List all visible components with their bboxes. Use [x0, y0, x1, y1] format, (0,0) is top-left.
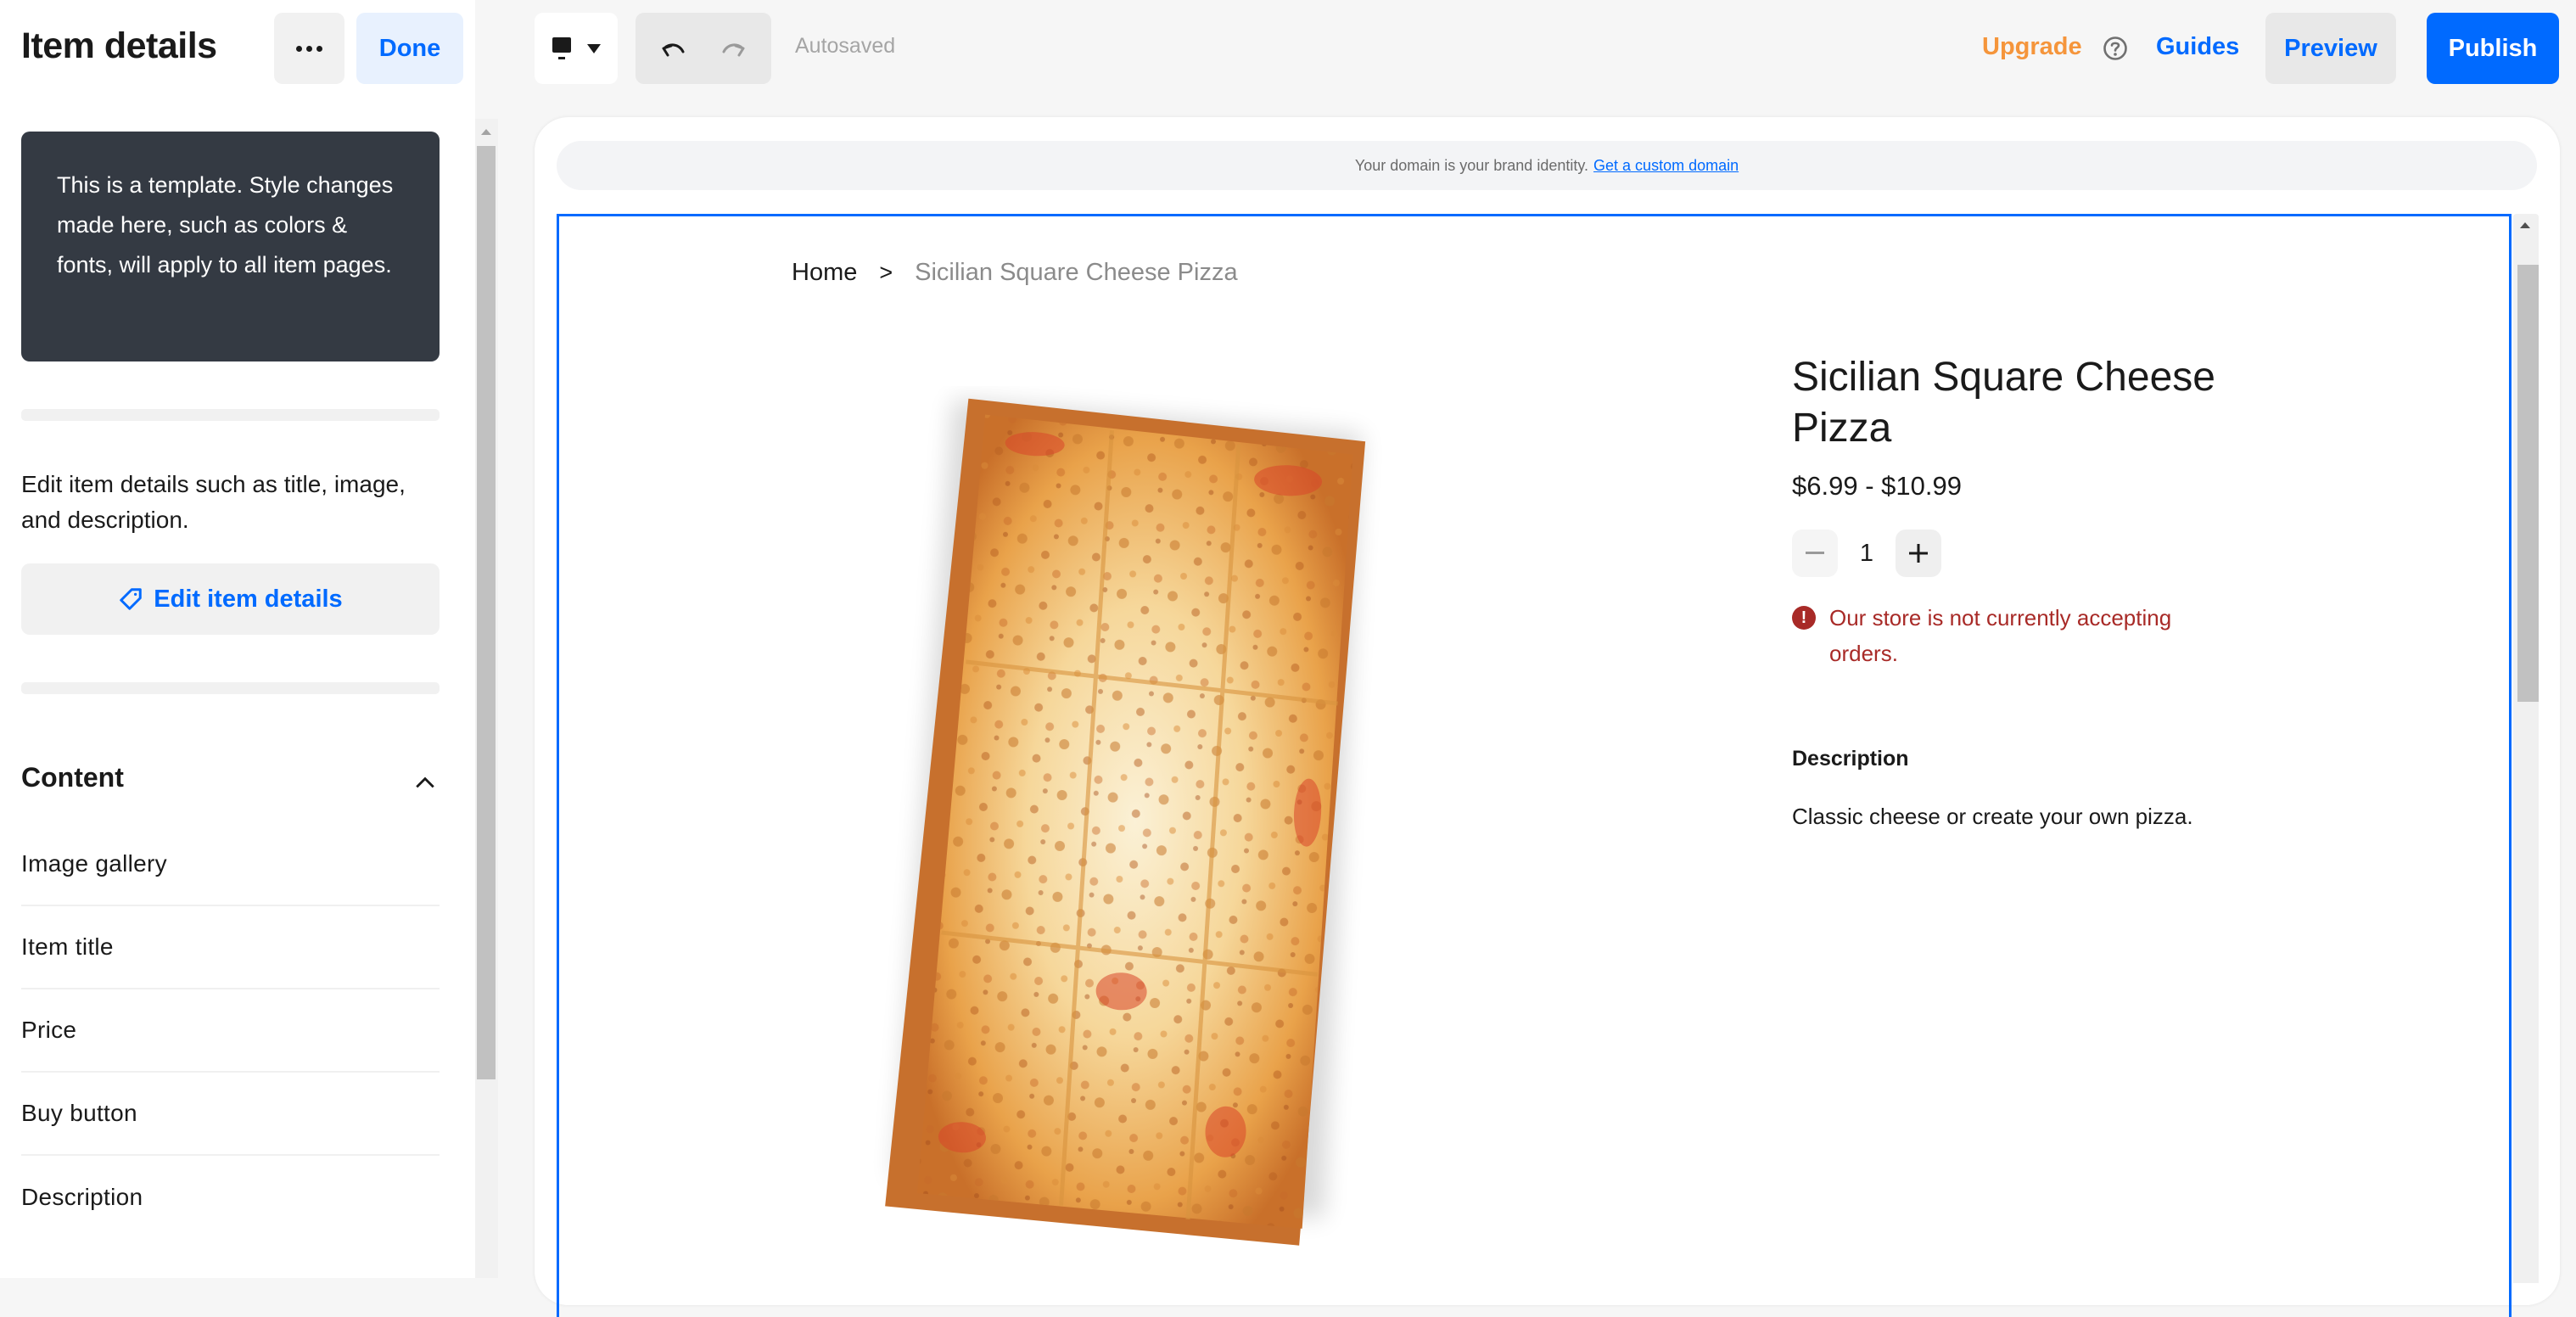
section-divider [21, 409, 440, 421]
content-item-item-title[interactable]: Item title [21, 906, 440, 989]
preview-button[interactable]: Preview [2265, 13, 2396, 84]
autosave-status: Autosaved [795, 34, 896, 58]
preview-scrollbar-thumb[interactable] [2517, 265, 2539, 702]
content-list: Image gallery Item title Price Buy butto… [21, 823, 440, 1239]
panel-scrollbar[interactable] [475, 119, 498, 1278]
item-details-panel: Item details Done This is a template. St… [0, 0, 475, 1278]
undo-icon[interactable] [660, 36, 687, 60]
panel-title: Item details [21, 25, 217, 66]
store-closed-error: ! Our store is not currently accepting o… [1792, 600, 2233, 671]
domain-banner-text: Your domain is your brand identity. [1354, 156, 1589, 174]
error-message: Our store is not currently accepting ord… [1829, 605, 2172, 666]
publish-button[interactable]: Publish [2427, 13, 2559, 84]
scrollbar-thumb[interactable] [477, 146, 496, 1079]
minus-icon [1806, 552, 1824, 554]
content-item-buy-button[interactable]: Buy button [21, 1073, 440, 1156]
scroll-up-arrow-icon[interactable] [2520, 222, 2530, 228]
breadcrumb: Home > Sicilian Square Cheese Pizza [792, 259, 1238, 287]
content-section-title: Content [21, 762, 124, 793]
decrease-quantity-button[interactable] [1792, 530, 1838, 577]
edit-item-description: Edit item details such as title, image, … [21, 471, 406, 533]
edit-item-details-button[interactable]: Edit item details [21, 563, 440, 635]
quantity-value[interactable]: 1 [1838, 540, 1896, 568]
redo-icon[interactable] [720, 36, 747, 60]
ellipsis-icon [296, 45, 322, 52]
desktop-icon [552, 37, 571, 59]
quantity-stepper: 1 [1792, 530, 1941, 577]
guides-link[interactable]: Guides [2156, 33, 2239, 61]
description-heading: Description [1792, 747, 1909, 771]
product-title: Sicilian Square Cheese Pizza [1792, 355, 2215, 451]
content-item-image-gallery[interactable]: Image gallery [21, 823, 440, 906]
more-options-button[interactable] [274, 13, 344, 84]
increase-quantity-button[interactable] [1896, 530, 1941, 577]
scroll-up-arrow-icon[interactable] [481, 129, 491, 135]
preview-scrollbar[interactable] [2513, 214, 2539, 1283]
breadcrumb-current: Sicilian Square Cheese Pizza [915, 259, 1238, 286]
done-button[interactable]: Done [356, 13, 463, 84]
chevron-up-icon[interactable] [414, 771, 436, 793]
template-notice: This is a template. Style changes made h… [21, 132, 440, 361]
description-text: Classic cheese or create your own pizza. [1792, 804, 2193, 829]
content-item-description[interactable]: Description [21, 1156, 440, 1239]
question-circle-icon[interactable] [2103, 36, 2128, 61]
domain-banner: Your domain is your brand identity. Get … [557, 141, 2537, 190]
plus-icon [1909, 544, 1928, 563]
breadcrumb-separator: > [879, 260, 893, 285]
breadcrumb-home[interactable]: Home [792, 259, 857, 287]
edit-item-details-label: Edit item details [154, 585, 343, 613]
section-divider [21, 682, 440, 694]
caret-down-icon [587, 44, 601, 53]
product-price: $6.99 - $10.99 [1792, 471, 1962, 501]
upgrade-link[interactable]: Upgrade [1982, 33, 2082, 61]
product-image[interactable] [806, 386, 1705, 1278]
device-selector-button[interactable] [535, 13, 618, 84]
content-item-price[interactable]: Price [21, 989, 440, 1073]
pizza-illustration [885, 398, 1366, 1246]
undo-redo-group [636, 13, 771, 84]
tag-icon [120, 588, 143, 610]
exclamation-circle-icon: ! [1792, 606, 1816, 630]
custom-domain-link[interactable]: Get a custom domain [1593, 157, 1739, 175]
